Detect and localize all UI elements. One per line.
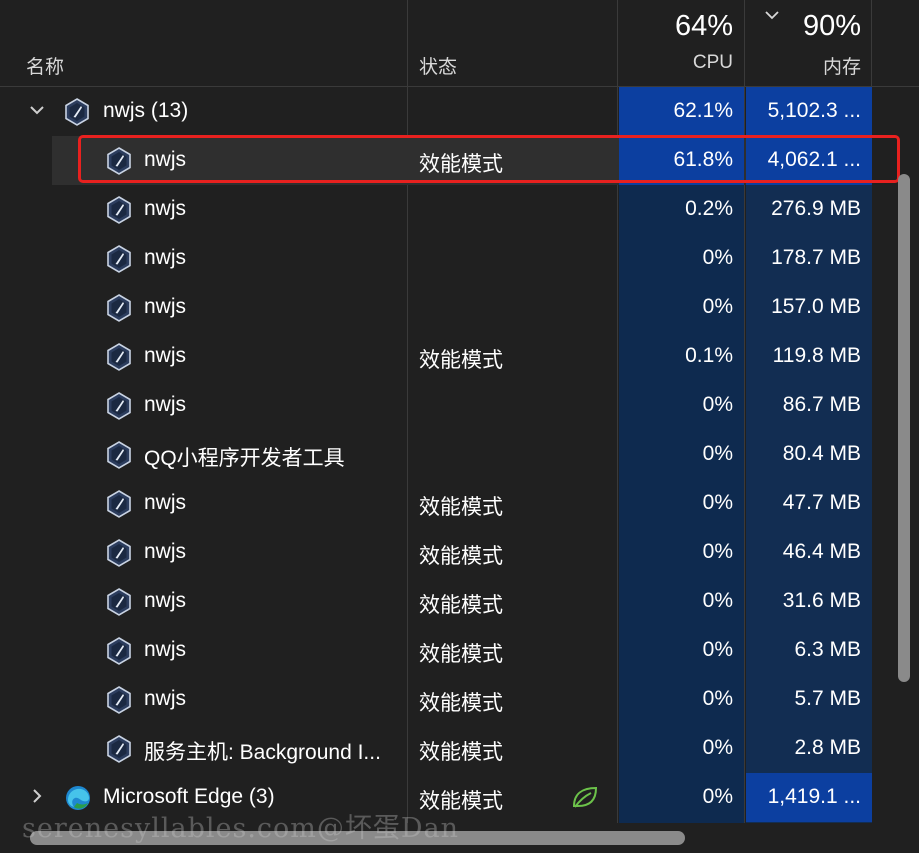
cpu-total-percent[interactable]: 64%: [675, 10, 733, 43]
process-name: nwjs: [144, 344, 187, 367]
cpu-value: 62.1%: [673, 99, 733, 122]
process-name: nwjs: [144, 589, 187, 612]
process-name: QQ小程序开发者工具: [144, 447, 345, 470]
memory-value: 86.7 MB: [782, 393, 861, 416]
process-status: 效能模式: [419, 349, 503, 372]
memory-value: 80.4 MB: [782, 442, 861, 465]
column-header-name[interactable]: 名称: [26, 52, 64, 79]
cpu-value: 0%: [702, 687, 733, 710]
process-status: 效能模式: [419, 594, 503, 617]
column-header-status[interactable]: 状态: [419, 52, 457, 79]
table-row[interactable]: QQ小程序开发者工具 0% 80.4 MB: [0, 430, 919, 479]
nwjs-icon: [106, 441, 132, 469]
table-row[interactable]: nwjs 效能模式 0.1% 119.8 MB: [0, 332, 919, 381]
cpu-value: 0%: [702, 393, 733, 416]
process-name: nwjs: [144, 393, 187, 416]
process-name: nwjs: [144, 687, 187, 710]
process-name: nwjs: [144, 197, 187, 220]
table-row[interactable]: nwjs 效能模式 0% 47.7 MB: [0, 479, 919, 528]
memory-value: 178.7 MB: [771, 246, 861, 269]
table-row[interactable]: nwjs 0% 178.7 MB: [0, 234, 919, 283]
memory-total-percent[interactable]: 90%: [803, 10, 861, 43]
cpu-value: 0%: [702, 442, 733, 465]
memory-value: 47.7 MB: [782, 491, 861, 514]
process-name: nwjs: [144, 491, 187, 514]
memory-value: 119.8 MB: [772, 344, 861, 367]
cpu-value: 0%: [702, 491, 733, 514]
memory-value: 1,419.1 ...: [767, 785, 861, 808]
process-name: nwjs (13): [103, 99, 189, 122]
memory-value: 276.9 MB: [771, 197, 861, 220]
process-status: 效能模式: [419, 692, 503, 715]
nwjs-icon: [106, 539, 132, 567]
chevron-down-icon[interactable]: [764, 10, 780, 20]
memory-value: 2.8 MB: [794, 736, 861, 759]
table-row[interactable]: nwjs 0% 86.7 MB: [0, 381, 919, 430]
cpu-value: 0%: [702, 540, 733, 563]
nwjs-icon: [106, 637, 132, 665]
cpu-value: 0.1%: [685, 344, 733, 367]
chevron-right-icon[interactable]: [28, 789, 46, 803]
nwjs-icon: [106, 343, 132, 371]
watermark: serenesyllables.com@坏蛋Dan: [22, 813, 460, 844]
nwjs-icon: [106, 735, 132, 763]
table-row[interactable]: nwjs 0% 157.0 MB: [0, 283, 919, 332]
table-row[interactable]: nwjs 0.2% 276.9 MB: [0, 185, 919, 234]
table-row[interactable]: nwjs 效能模式 0% 6.3 MB: [0, 626, 919, 675]
memory-value: 31.6 MB: [782, 589, 861, 612]
process-name: nwjs: [144, 295, 187, 318]
column-header-cpu[interactable]: CPU: [693, 52, 733, 74]
nwjs-icon: [106, 490, 132, 518]
memory-value: 5,102.3 ...: [767, 99, 861, 122]
cpu-value: 0%: [702, 246, 733, 269]
memory-value: 157.0 MB: [771, 295, 861, 318]
memory-value: 5.7 MB: [794, 687, 861, 710]
chevron-down-icon[interactable]: [28, 103, 46, 117]
nwjs-icon: [106, 392, 132, 420]
memory-value: 46.4 MB: [782, 540, 861, 563]
process-group-row[interactable]: nwjs (13) 62.1% 5,102.3 ...: [0, 87, 919, 136]
cpu-value: 0%: [702, 295, 733, 318]
process-name: nwjs: [144, 540, 187, 563]
leaf-icon: [570, 784, 600, 815]
process-status: 效能模式: [419, 496, 503, 519]
column-header-memory[interactable]: 内存: [823, 52, 861, 79]
process-name: nwjs: [144, 638, 187, 661]
table-row[interactable]: nwjs 效能模式 0% 46.4 MB: [0, 528, 919, 577]
nwjs-icon: [106, 294, 132, 322]
table-row[interactable]: nwjs 效能模式 0% 5.7 MB: [0, 675, 919, 724]
cpu-value: 0.2%: [685, 197, 733, 220]
process-name: 服务主机: Background I...: [144, 741, 381, 764]
memory-value: 6.3 MB: [794, 638, 861, 661]
nwjs-icon: [106, 588, 132, 616]
table-row[interactable]: nwjs 效能模式 0% 31.6 MB: [0, 577, 919, 626]
selection-outline: [78, 135, 900, 183]
cpu-value: 0%: [702, 638, 733, 661]
process-status: 效能模式: [419, 741, 503, 764]
process-status: 效能模式: [419, 643, 503, 666]
process-name: nwjs: [144, 246, 187, 269]
nwjs-icon: [106, 245, 132, 273]
cpu-value: 0%: [702, 785, 733, 808]
nwjs-icon: [64, 98, 90, 126]
nwjs-icon: [106, 196, 132, 224]
cpu-value: 0%: [702, 589, 733, 612]
process-status: 效能模式: [419, 545, 503, 568]
cpu-value: 0%: [702, 736, 733, 759]
vertical-scrollbar[interactable]: [898, 174, 910, 682]
table-row[interactable]: 服务主机: Background I... 效能模式 0% 2.8 MB: [0, 724, 919, 773]
nwjs-icon: [106, 686, 132, 714]
